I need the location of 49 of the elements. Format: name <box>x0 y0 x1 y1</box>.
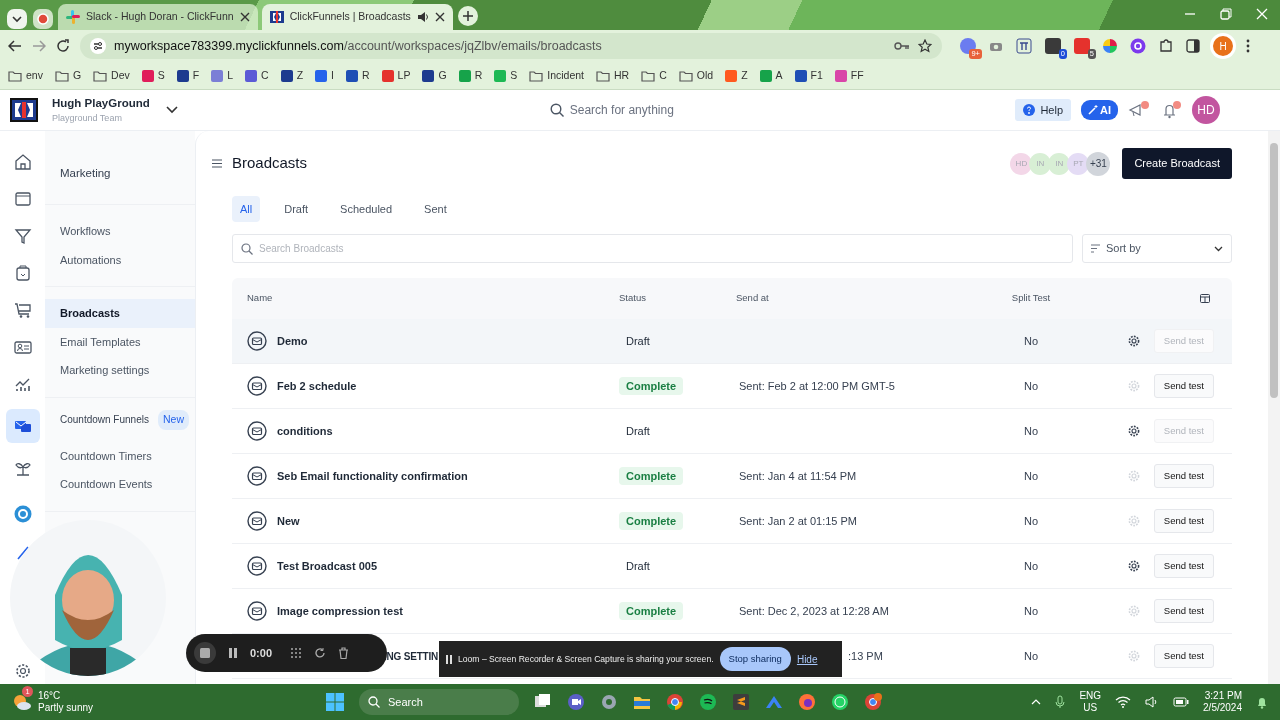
broadcast-name: Image compression test <box>277 603 403 619</box>
broadcast-name: New <box>277 513 300 529</box>
send-time: Sent: Feb 2 at 12:00 PM GMT-5 <box>739 379 895 392</box>
team-name: Playground Team <box>52 111 123 125</box>
workspace-name: Hugh PlayGround <box>52 95 150 111</box>
recording-timer: 0:00 <box>250 645 273 661</box>
status-label: Complete <box>619 376 684 395</box>
broadcast-name: conditions <box>277 423 333 439</box>
column-header: Name <box>247 291 274 306</box>
broadcast-name: Test Broadcast 005 <box>277 558 378 574</box>
new-badge: New <box>158 409 189 430</box>
tab-title: ClickFunnels | Broadcasts <box>289 9 411 25</box>
send-time: :13 PM <box>848 649 883 662</box>
column-header: Send at <box>736 291 770 306</box>
split-test-value: No <box>1023 334 1039 347</box>
url-text: myworkspace783399.myclickfunnels.com/account/workspaces/jqZlbv/emails/broadcasts <box>114 37 603 55</box>
section-heading: Countdown Funnels <box>60 413 149 428</box>
column-header: Split Test <box>1011 291 1051 306</box>
weather-text: Partly sunny <box>38 702 94 714</box>
split-test-value: No <box>1023 649 1039 662</box>
split-test-value: No <box>1023 559 1039 572</box>
send-time: Sent: Jan 2 at 01:15 PM <box>739 514 858 527</box>
broadcast-name: Seb Email functionality confirmation <box>277 468 468 484</box>
section-title: Marketing <box>59 166 112 181</box>
page-title: Broadcasts <box>232 153 308 174</box>
collaborator-avatar: IN <box>1029 152 1052 175</box>
split-test-value: No <box>1023 379 1039 392</box>
collaborator-avatar: HD <box>1010 152 1033 175</box>
status-label: Complete <box>619 466 684 485</box>
collaborator-avatar: PT <box>1067 152 1090 175</box>
status-label: Complete <box>619 511 684 530</box>
tab-title: Slack - Hugh Doran - ClickFunn <box>86 9 234 25</box>
status-label: Complete <box>619 601 684 620</box>
status-label: Draft <box>625 558 651 574</box>
split-test-value: No <box>1023 604 1039 617</box>
collaborator-avatar: IN <box>1048 152 1071 175</box>
send-time: Sent: Dec 2, 2023 at 12:28 AM <box>739 604 889 617</box>
column-header: Status <box>619 291 647 306</box>
send-time: Sent: Jan 4 at 11:54 PM <box>739 469 857 482</box>
temperature: 16°C <box>38 690 62 702</box>
more-collaborators-count: +31 <box>1086 151 1111 176</box>
split-test-value: No <box>1023 514 1039 527</box>
split-test-value: No <box>1023 424 1039 437</box>
status-label: Draft <box>625 333 651 349</box>
split-test-value: No <box>1023 469 1039 482</box>
sharing-message: Loom – Screen Recorder & Screen Capture is sharing your screen. <box>458 652 714 666</box>
broadcast-name: Demo <box>277 333 308 349</box>
status-label: Draft <box>625 423 651 439</box>
broadcast-name: Feb 2 schedule <box>277 378 357 394</box>
